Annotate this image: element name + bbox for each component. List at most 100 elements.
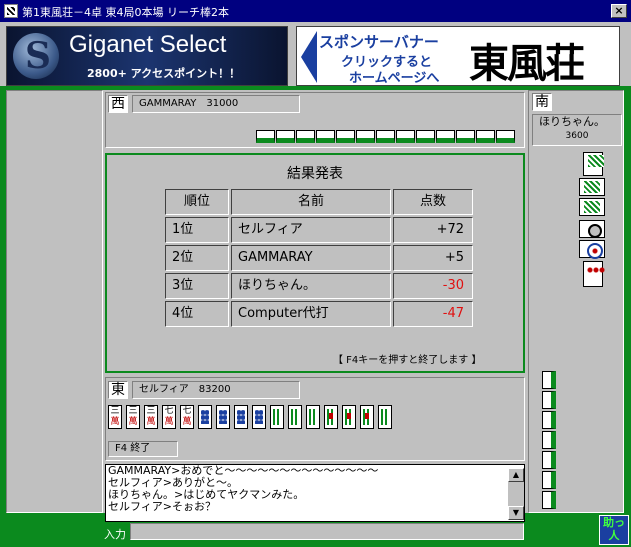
chat-input[interactable] [130, 523, 524, 540]
hand-tile[interactable]: 七萬 [162, 405, 176, 429]
giganet-brand: Giganet Select [69, 31, 227, 58]
hidden-tile [542, 471, 556, 489]
hand-tile[interactable]: 三萬 [108, 405, 122, 429]
window-title: 第1東風荘－4卓 東4局0本場 リーチ棒2本 [22, 6, 229, 19]
hidden-tile [336, 130, 355, 143]
chat-scrollbar[interactable]: ▲ ▼ [508, 468, 524, 520]
result-points: +5 [393, 245, 473, 271]
hand-tile[interactable] [288, 405, 302, 429]
hidden-tile [276, 130, 295, 143]
result-points: -30 [393, 273, 473, 299]
result-rank: 2位 [165, 245, 229, 271]
tile-suit: 萬 [110, 417, 120, 427]
hand-tile[interactable] [216, 405, 230, 429]
result-name: セルフィア [231, 217, 391, 243]
result-name: GAMMARAY [231, 245, 391, 271]
header-name: 名前 [231, 189, 391, 215]
result-rank: 3位 [165, 273, 229, 299]
hidden-tile [416, 130, 435, 143]
giganet-tagline: 2800+ アクセスポイント！！ [87, 67, 241, 80]
sponsor-line1: スポンサーバナー [319, 33, 439, 51]
scroll-down-arrow-icon[interactable]: ▼ [508, 506, 524, 520]
chat-lines: GAMMARAY>おめでと～～～～～～～～～～～～～～ セルフィア>ありがと～。ほ… [106, 465, 524, 513]
tile-number: 三 [128, 406, 138, 416]
exit-hint: 【 F4キーを押すと終了します 】 [333, 355, 482, 366]
tile-suit: 萬 [164, 417, 174, 427]
north-seat-panel [6, 90, 103, 513]
hidden-tile [256, 130, 275, 143]
discard-tile [583, 152, 604, 176]
result-name: ほりちゃん。 [231, 273, 391, 299]
tile-suit: 萬 [128, 417, 138, 427]
tonpuso-logo: 東風荘 [469, 40, 585, 87]
hand-tile[interactable] [252, 405, 266, 429]
hidden-tile [296, 130, 315, 143]
chat-line: セルフィア>そぉお？ [108, 500, 216, 513]
hand-tile[interactable] [306, 405, 320, 429]
header-rank: 順位 [165, 189, 229, 215]
hand-tile[interactable] [342, 405, 356, 429]
hidden-tile [542, 391, 556, 409]
south-player-name: ほりちゃん。 [539, 115, 605, 128]
tile-number: 七 [182, 406, 192, 416]
hidden-tile [396, 130, 415, 143]
hidden-tile [356, 130, 375, 143]
south-player-score: 3600 [565, 131, 589, 141]
discard-tile [579, 178, 605, 196]
frame-right [624, 89, 631, 547]
west-seat-label: 西 [108, 95, 128, 113]
hand-tile[interactable] [198, 405, 212, 429]
discard-tile [579, 198, 605, 216]
hidden-tile [542, 431, 556, 449]
title-bar: 第1東風荘－4卓 東4局0本場 リーチ棒2本 × [0, 0, 631, 22]
south-seat-panel [528, 90, 624, 513]
giganet-banner[interactable]: Giganet Select 2800+ アクセスポイント！！ [6, 26, 288, 86]
east-seat-label: 東 [108, 381, 128, 399]
east-player-info: セルフィア 83200 [132, 381, 300, 399]
hidden-tile [542, 491, 556, 509]
hand-tile[interactable] [324, 405, 338, 429]
hidden-tile [542, 371, 556, 389]
tile-suit: 萬 [146, 417, 156, 427]
hidden-tile [376, 130, 395, 143]
discard-tile [583, 261, 605, 287]
sukedachi-button[interactable]: 助っ人 [599, 515, 629, 545]
hidden-tile [476, 130, 495, 143]
chat-log[interactable]: GAMMARAY>おめでと～～～～～～～～～～～～～～ セルフィア>ありがと～。ほ… [105, 464, 525, 522]
tile-number: 三 [146, 406, 156, 416]
input-label: 入力 [104, 528, 126, 541]
results-panel: 結果発表 順位 名前 点数 1位 セルフィア +72 2位 GAMMARAY +5 3位 ほり… [105, 153, 525, 373]
tile-suit: 萬 [182, 417, 192, 427]
header-points: 点数 [393, 189, 473, 215]
scroll-up-arrow-icon[interactable]: ▲ [508, 468, 524, 482]
hidden-tile [456, 130, 475, 143]
hand-tile[interactable]: 三萬 [126, 405, 140, 429]
hidden-tile [496, 130, 515, 143]
result-name: Computer代打 [231, 301, 391, 327]
hidden-tile [436, 130, 455, 143]
result-rank: 1位 [165, 217, 229, 243]
tile-number: 七 [164, 406, 174, 416]
south-player-info: ほりちゃん。 3600 [532, 114, 622, 146]
result-rank: 4位 [165, 301, 229, 327]
app-icon[interactable] [4, 4, 18, 18]
hidden-tile [542, 451, 556, 469]
hand-tile[interactable] [378, 405, 392, 429]
discard-tile [579, 240, 605, 259]
hand-tile[interactable]: 七萬 [180, 405, 194, 429]
close-button[interactable]: × [611, 4, 627, 18]
south-seat-label: 南 [532, 93, 552, 111]
hand-tile[interactable]: 三萬 [144, 405, 158, 429]
f4-exit-button[interactable]: F4 終了 [108, 441, 178, 457]
west-player-info: GAMMARAY 31000 [132, 95, 300, 113]
results-title: 結果発表 [287, 166, 343, 182]
hidden-tile [316, 130, 335, 143]
hand-tile[interactable] [360, 405, 374, 429]
hand-tile[interactable] [270, 405, 284, 429]
tile-number: 三 [110, 406, 120, 416]
hand-tile[interactable] [234, 405, 248, 429]
sponsor-banner[interactable]: スポンサーバナー クリックすると ホームページへ 東風荘 [296, 26, 620, 87]
discard-tile [579, 220, 605, 238]
giganet-logo-icon [13, 33, 59, 79]
left-arrow-icon [301, 31, 317, 83]
